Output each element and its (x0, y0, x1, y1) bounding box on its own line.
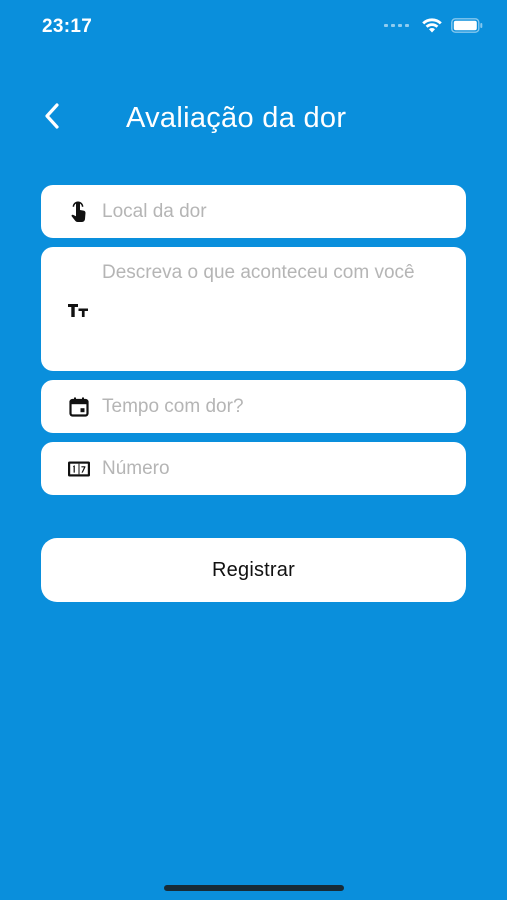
descricao-field (41, 247, 466, 371)
status-icons (384, 17, 483, 33)
calendar-icon (67, 395, 91, 419)
text-format-icon (67, 298, 91, 322)
status-time: 23:17 (42, 16, 93, 37)
local-da-dor-input[interactable] (102, 199, 446, 225)
back-button[interactable] (34, 100, 70, 136)
home-indicator (164, 885, 344, 891)
header: Avaliação da dor (0, 96, 507, 142)
status-bar: 23:17 (0, 0, 507, 54)
chevron-left-icon (42, 102, 62, 135)
page-title: Avaliação da dor (126, 102, 347, 134)
tempo-com-dor-field (41, 380, 466, 433)
wifi-icon (421, 17, 443, 33)
battery-icon (451, 17, 483, 33)
register-button[interactable]: Registrar (41, 538, 466, 602)
touch-hand-icon (67, 200, 91, 224)
numero-field (41, 442, 466, 495)
tempo-com-dor-input[interactable] (102, 394, 446, 420)
numero-input[interactable] (102, 456, 446, 482)
number-box-icon (67, 457, 91, 481)
local-da-dor-field (41, 185, 466, 238)
descricao-input[interactable] (102, 261, 446, 359)
app-screen: 23:17 Avaliação da dor Local da dor Desc… (0, 0, 507, 900)
signal-icon (384, 23, 409, 27)
